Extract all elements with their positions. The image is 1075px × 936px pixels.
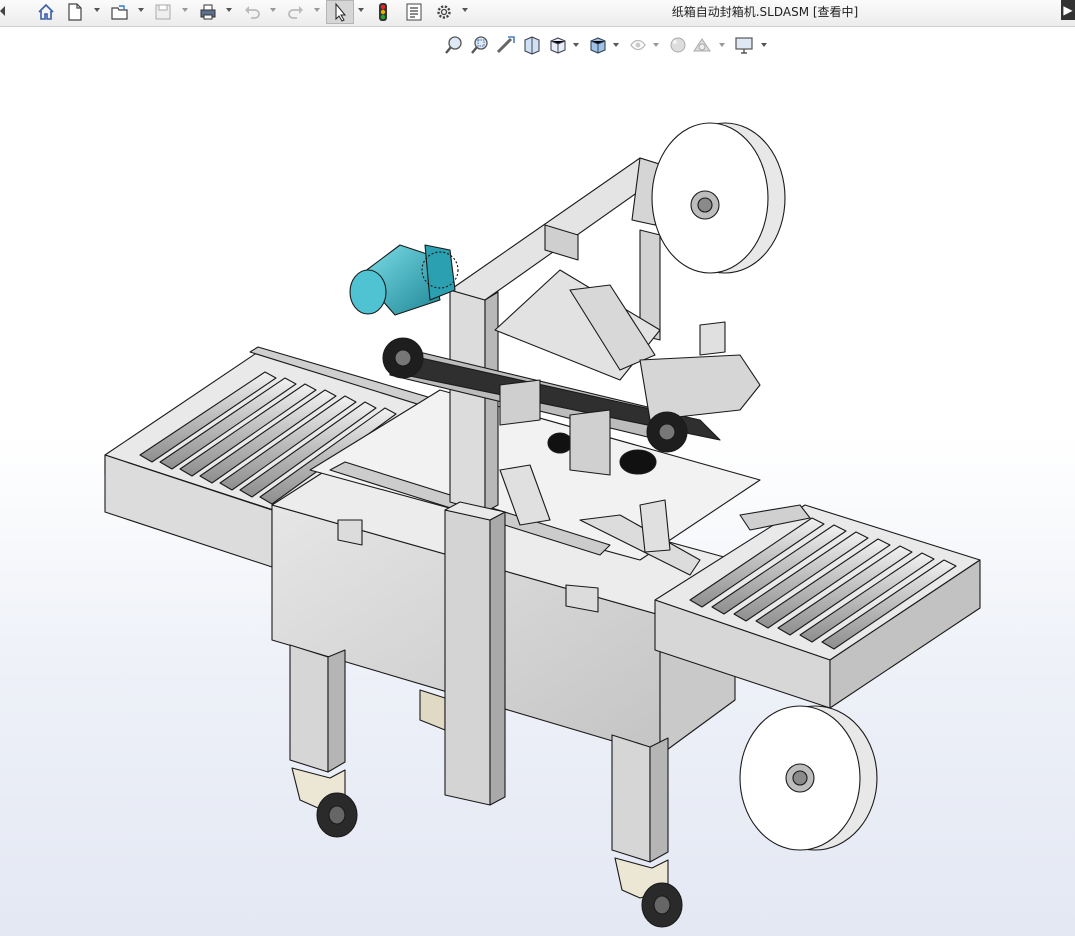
save-button[interactable]	[154, 2, 172, 22]
expand-panel-icon[interactable]: ▶	[1061, 0, 1075, 20]
print-dropdown-caret-icon[interactable]	[226, 8, 232, 12]
select-dropdown-caret-icon[interactable]	[358, 8, 364, 12]
new-document-icon	[68, 3, 82, 21]
file-properties-button[interactable]	[404, 2, 424, 22]
rebuild-button[interactable]	[376, 2, 390, 22]
options-dropdown-caret-icon[interactable]	[462, 8, 468, 12]
gear-icon	[437, 5, 451, 19]
undo-icon	[245, 6, 260, 19]
redo-dropdown-caret-icon[interactable]	[314, 8, 320, 12]
save-dropdown-caret-icon[interactable]	[182, 8, 188, 12]
open-folder-icon	[111, 5, 128, 20]
redo-button[interactable]	[286, 2, 306, 22]
main-toolbar: 纸箱自动封箱机.SLDASM [查看中] ▶	[0, 0, 1075, 27]
top-tape-roll[interactable]	[651, 122, 786, 274]
carton-sealer-3d-model[interactable]	[0, 27, 1075, 936]
undo-dropdown-caret-icon[interactable]	[270, 8, 276, 12]
front-column[interactable]	[444, 501, 506, 806]
gear-motor[interactable]	[349, 244, 459, 316]
home-button[interactable]	[36, 2, 56, 22]
traffic-light-icon	[379, 3, 387, 21]
select-button[interactable]	[326, 0, 354, 24]
open-button[interactable]	[110, 2, 130, 22]
home-icon	[38, 3, 54, 20]
expand-arrow-icon[interactable]	[0, 6, 5, 16]
document-title: 纸箱自动封箱机.SLDASM [查看中]	[671, 5, 859, 19]
printer-icon	[200, 4, 216, 20]
options-button[interactable]	[434, 2, 454, 22]
print-button[interactable]	[198, 2, 218, 22]
redo-icon	[288, 6, 303, 19]
new-document-button[interactable]	[66, 2, 84, 22]
bottom-tape-roll[interactable]	[739, 705, 878, 851]
properties-icon	[406, 3, 422, 21]
save-icon	[155, 4, 171, 20]
cursor-icon	[335, 2, 347, 22]
undo-button[interactable]	[242, 2, 262, 22]
new-dropdown-caret-icon[interactable]	[94, 8, 100, 12]
open-dropdown-caret-icon[interactable]	[138, 8, 144, 12]
